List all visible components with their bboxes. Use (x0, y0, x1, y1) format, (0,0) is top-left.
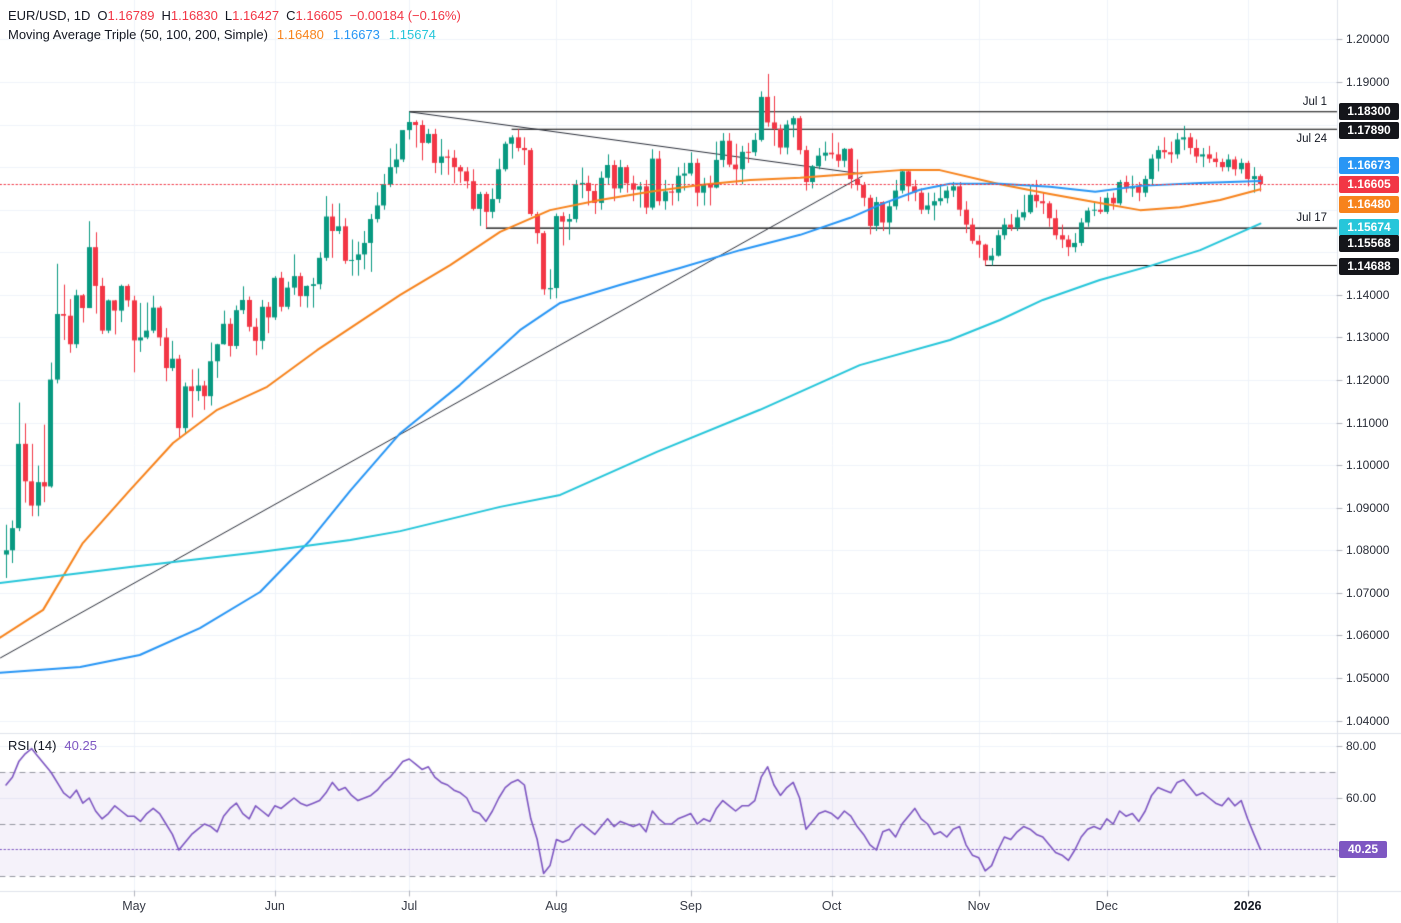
price-axis[interactable]: 1.20000 1.19000 1.14000 1.13000 1.12000 1.110… (1337, 0, 1401, 923)
price-badge: 1.16480 (1339, 195, 1399, 213)
price-badge: 1.15568 (1339, 234, 1399, 252)
price-axis-label: 1.04000 (1346, 713, 1390, 728)
price-axis-label: 1.14000 (1346, 287, 1390, 302)
rsi-value: 40.25 (64, 738, 97, 753)
time-axis-label: 2026 (1233, 899, 1262, 913)
close-key: C (286, 8, 296, 23)
price-badge: 1.15674 (1339, 218, 1399, 236)
price-axis-label: 1.07000 (1346, 585, 1390, 600)
price-axis-label: 1.12000 (1346, 372, 1390, 387)
price-badge: 1.16605 (1339, 175, 1399, 193)
price-badge: 1.16673 (1339, 156, 1399, 174)
time-axis-label: May (122, 899, 146, 913)
time-axis-label: Oct (821, 899, 842, 913)
time-axis-label: Nov (967, 899, 990, 913)
symbol-legend[interactable]: EUR/USD, 1D O1.16789 H1.16830 L1.16427 C1.16… (8, 6, 461, 25)
price-badge: 1.14688 (1339, 257, 1399, 275)
chart-canvas[interactable] (0, 0, 1401, 923)
price-axis-label: 1.05000 (1346, 670, 1390, 685)
rsi-legend[interactable]: RSI (14) 40.25 (8, 738, 97, 753)
rsi-label: RSI (14) (8, 738, 57, 753)
price-axis-label: 1.13000 (1346, 330, 1390, 345)
open-value: 1.16789 (107, 8, 155, 23)
close-value: 1.16605 (295, 8, 343, 23)
time-axis-label: Jul (401, 899, 418, 913)
ma200-value: 1.15674 (388, 27, 436, 42)
symbol-title: EUR/USD, 1D (8, 8, 91, 23)
price-axis-label: 1.06000 (1346, 628, 1390, 643)
ma-legend[interactable]: Moving Average Triple (50, 100, 200, Sim… (8, 25, 436, 44)
rsi-badge: 40.25 (1339, 840, 1387, 858)
ma50-value: 1.16480 (276, 27, 324, 42)
high-key: H (161, 8, 171, 23)
price-axis-label: 1.19000 (1346, 75, 1390, 89)
open-key: O (97, 8, 108, 23)
time-axis[interactable]: May Jun Jul Aug Sep Oct Nov Dec 2026 (0, 891, 1337, 923)
time-axis-label: Dec (1095, 899, 1118, 913)
price-badge: 1.18300 (1339, 102, 1399, 120)
low-value: 1.16427 (232, 8, 280, 23)
trading-chart: EUR/USD, 1D O1.16789 H1.16830 L1.16427 C1.16… (0, 0, 1401, 923)
ma100-value: 1.16673 (332, 27, 380, 42)
price-badge: 1.17890 (1339, 121, 1399, 139)
price-axis-label: 1.08000 (1346, 543, 1390, 558)
change-value: −0.00184 (−0.16%) (349, 8, 461, 23)
price-axis-label: 1.10000 (1346, 458, 1390, 473)
time-axis-label: Jun (264, 899, 285, 913)
rsi-axis-label: 60.00 (1346, 791, 1377, 805)
price-axis-label: 1.20000 (1346, 32, 1390, 47)
time-axis-label: Aug (545, 899, 568, 913)
time-axis-label: Sep (679, 899, 702, 913)
high-value: 1.16830 (170, 8, 218, 23)
rsi-axis-label: 80.00 (1346, 739, 1377, 753)
ma-label: Moving Average Triple (50, 100, 200, Sim… (8, 27, 268, 42)
price-axis-label: 1.09000 (1346, 500, 1390, 515)
price-axis-label: 1.11000 (1346, 415, 1389, 430)
